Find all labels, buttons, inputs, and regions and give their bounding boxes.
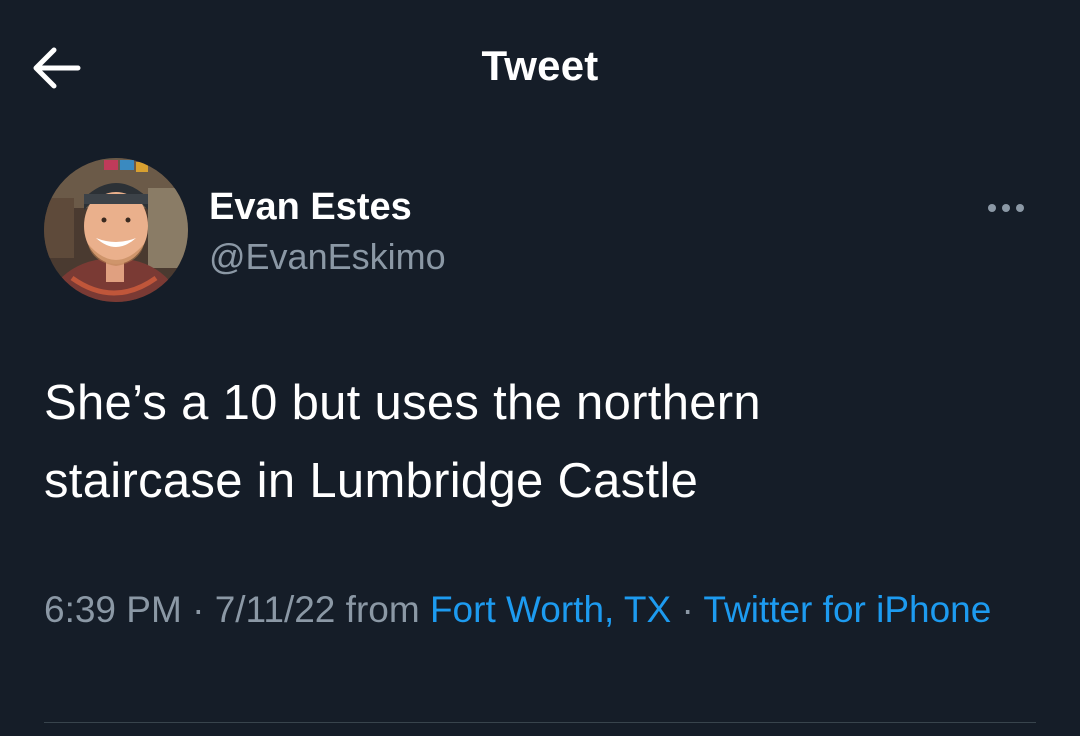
tweet-text: She’s a 10 but uses the northern stairca…	[44, 364, 1044, 520]
source-link[interactable]: Twitter for iPhone	[703, 589, 991, 630]
tweet-time: 6:39 PM	[44, 589, 182, 630]
meta-separator: ·	[181, 589, 215, 630]
author-handle[interactable]: @EvanEskimo	[209, 235, 446, 279]
divider	[44, 722, 1036, 723]
tweet-metadata: 6:39 PM · 7/11/22 from Fort Worth, TX · …	[44, 582, 1044, 638]
tweet-author: Evan Estes @EvanEskimo	[44, 158, 1036, 304]
from-label: from	[335, 589, 430, 630]
tweet-date: 7/11/22	[214, 589, 336, 630]
author-display-name[interactable]: Evan Estes	[209, 184, 412, 230]
page-title: Tweet	[481, 42, 599, 89]
meta-separator: ·	[671, 589, 704, 630]
location-link[interactable]: Fort Worth, TX	[430, 589, 671, 630]
tweet-text-line: She’s a 10 but uses the northern	[44, 376, 761, 430]
avatar[interactable]	[44, 158, 188, 302]
top-bar: Tweet	[0, 0, 1080, 134]
more-options-button[interactable]	[982, 188, 1036, 228]
tweet-text-line: staircase in Lumbridge Castle	[44, 454, 699, 508]
more-horizontal-icon	[988, 204, 1024, 212]
